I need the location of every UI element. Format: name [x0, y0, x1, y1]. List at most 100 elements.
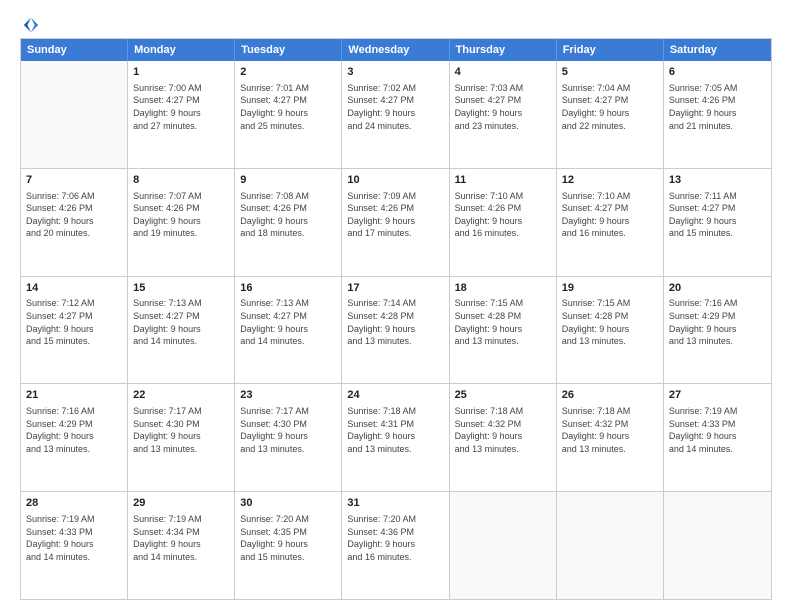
day-info: Sunrise: 7:08 AM Sunset: 4:26 PM Dayligh… — [240, 190, 336, 240]
calendar-cell: 2 Sunrise: 7:01 AM Sunset: 4:27 PM Daylig… — [235, 61, 342, 168]
calendar-cell: 18Sunrise: 7:15 AM Sunset: 4:28 PM Dayli… — [450, 277, 557, 384]
day-info: Sunrise: 7:07 AM Sunset: 4:26 PM Dayligh… — [133, 190, 229, 240]
calendar-cell: 16Sunrise: 7:13 AM Sunset: 4:27 PM Dayli… — [235, 277, 342, 384]
header-day-friday: Friday — [557, 39, 664, 61]
day-number: 25 — [455, 388, 551, 403]
page: SundayMondayTuesdayWednesdayThursdayFrid… — [0, 0, 792, 612]
day-number: 10 — [347, 173, 443, 188]
calendar-cell: 1 Sunrise: 7:00 AM Sunset: 4:27 PM Daylig… — [128, 61, 235, 168]
day-number: 17 — [347, 281, 443, 296]
day-number: 23 — [240, 388, 336, 403]
calendar-cell: 21Sunrise: 7:16 AM Sunset: 4:29 PM Dayli… — [21, 384, 128, 491]
day-number: 31 — [347, 496, 443, 511]
day-info: Sunrise: 7:17 AM Sunset: 4:30 PM Dayligh… — [133, 405, 229, 455]
calendar-cell: 22Sunrise: 7:17 AM Sunset: 4:30 PM Dayli… — [128, 384, 235, 491]
logo-icon — [22, 16, 40, 34]
day-info: Sunrise: 7:18 AM Sunset: 4:32 PM Dayligh… — [562, 405, 658, 455]
calendar-row-5: 28 Sunrise: 7:19 AM Sunset: 4:33 PM Dayli… — [21, 491, 771, 599]
calendar-body: 1 Sunrise: 7:00 AM Sunset: 4:27 PM Daylig… — [21, 61, 771, 599]
day-info: Sunrise: 7:14 AM Sunset: 4:28 PM Dayligh… — [347, 297, 443, 347]
calendar-cell — [21, 61, 128, 168]
day-number: 12 — [562, 173, 658, 188]
day-info: Sunrise: 7:15 AM Sunset: 4:28 PM Dayligh… — [455, 297, 551, 347]
day-number: 2 — [240, 65, 336, 80]
calendar-cell: 15Sunrise: 7:13 AM Sunset: 4:27 PM Dayli… — [128, 277, 235, 384]
calendar-cell: 31Sunrise: 7:20 AM Sunset: 4:36 PM Dayli… — [342, 492, 449, 599]
day-info: Sunrise: 7:20 AM Sunset: 4:35 PM Dayligh… — [240, 513, 336, 563]
calendar-cell: 28 Sunrise: 7:19 AM Sunset: 4:33 PM Dayli… — [21, 492, 128, 599]
day-number: 26 — [562, 388, 658, 403]
day-info: Sunrise: 7:13 AM Sunset: 4:27 PM Dayligh… — [240, 297, 336, 347]
day-info: Sunrise: 7:16 AM Sunset: 4:29 PM Dayligh… — [669, 297, 766, 347]
calendar-cell: 3 Sunrise: 7:02 AM Sunset: 4:27 PM Daylig… — [342, 61, 449, 168]
day-info: Sunrise: 7:06 AM Sunset: 4:26 PM Dayligh… — [26, 190, 122, 240]
day-number: 8 — [133, 173, 229, 188]
day-number: 7 — [26, 173, 122, 188]
day-info: Sunrise: 7:02 AM Sunset: 4:27 PM Dayligh… — [347, 82, 443, 132]
calendar-cell: 13 Sunrise: 7:11 AM Sunset: 4:27 PM Dayli… — [664, 169, 771, 276]
day-number: 30 — [240, 496, 336, 511]
day-info: Sunrise: 7:19 AM Sunset: 4:33 PM Dayligh… — [669, 405, 766, 455]
day-info: Sunrise: 7:00 AM Sunset: 4:27 PM Dayligh… — [133, 82, 229, 132]
day-info: Sunrise: 7:01 AM Sunset: 4:27 PM Dayligh… — [240, 82, 336, 132]
calendar-row-3: 14Sunrise: 7:12 AM Sunset: 4:27 PM Dayli… — [21, 276, 771, 384]
day-number: 19 — [562, 281, 658, 296]
calendar-cell: 17Sunrise: 7:14 AM Sunset: 4:28 PM Dayli… — [342, 277, 449, 384]
calendar-cell — [664, 492, 771, 599]
calendar-cell: 8 Sunrise: 7:07 AM Sunset: 4:26 PM Daylig… — [128, 169, 235, 276]
logo-text — [20, 16, 40, 34]
calendar-cell: 12 Sunrise: 7:10 AM Sunset: 4:27 PM Dayli… — [557, 169, 664, 276]
calendar-cell: 25 Sunrise: 7:18 AM Sunset: 4:32 PM Dayli… — [450, 384, 557, 491]
header-day-wednesday: Wednesday — [342, 39, 449, 61]
header — [20, 16, 772, 30]
day-info: Sunrise: 7:10 AM Sunset: 4:27 PM Dayligh… — [562, 190, 658, 240]
day-number: 1 — [133, 65, 229, 80]
day-number: 28 — [26, 496, 122, 511]
calendar-cell: 6 Sunrise: 7:05 AM Sunset: 4:26 PM Daylig… — [664, 61, 771, 168]
day-number: 20 — [669, 281, 766, 296]
header-day-thursday: Thursday — [450, 39, 557, 61]
day-number: 3 — [347, 65, 443, 80]
day-info: Sunrise: 7:11 AM Sunset: 4:27 PM Dayligh… — [669, 190, 766, 240]
day-info: Sunrise: 7:19 AM Sunset: 4:33 PM Dayligh… — [26, 513, 122, 563]
calendar-cell: 29Sunrise: 7:19 AM Sunset: 4:34 PM Dayli… — [128, 492, 235, 599]
day-info: Sunrise: 7:18 AM Sunset: 4:31 PM Dayligh… — [347, 405, 443, 455]
day-number: 14 — [26, 281, 122, 296]
day-info: Sunrise: 7:18 AM Sunset: 4:32 PM Dayligh… — [455, 405, 551, 455]
calendar-cell — [450, 492, 557, 599]
day-number: 5 — [562, 65, 658, 80]
calendar-cell: 9Sunrise: 7:08 AM Sunset: 4:26 PM Daylig… — [235, 169, 342, 276]
day-number: 4 — [455, 65, 551, 80]
calendar-cell: 26 Sunrise: 7:18 AM Sunset: 4:32 PM Dayli… — [557, 384, 664, 491]
calendar-cell: 11 Sunrise: 7:10 AM Sunset: 4:26 PM Dayli… — [450, 169, 557, 276]
day-info: Sunrise: 7:15 AM Sunset: 4:28 PM Dayligh… — [562, 297, 658, 347]
calendar-row-4: 21Sunrise: 7:16 AM Sunset: 4:29 PM Dayli… — [21, 383, 771, 491]
calendar-row-2: 7 Sunrise: 7:06 AM Sunset: 4:26 PM Daylig… — [21, 168, 771, 276]
calendar-cell: 14Sunrise: 7:12 AM Sunset: 4:27 PM Dayli… — [21, 277, 128, 384]
day-info: Sunrise: 7:09 AM Sunset: 4:26 PM Dayligh… — [347, 190, 443, 240]
calendar-cell: 27 Sunrise: 7:19 AM Sunset: 4:33 PM Dayli… — [664, 384, 771, 491]
header-day-sunday: Sunday — [21, 39, 128, 61]
calendar-cell: 30 Sunrise: 7:20 AM Sunset: 4:35 PM Dayli… — [235, 492, 342, 599]
calendar-cell: 20Sunrise: 7:16 AM Sunset: 4:29 PM Dayli… — [664, 277, 771, 384]
day-number: 27 — [669, 388, 766, 403]
calendar-cell: 5Sunrise: 7:04 AM Sunset: 4:27 PM Daylig… — [557, 61, 664, 168]
header-day-monday: Monday — [128, 39, 235, 61]
day-info: Sunrise: 7:13 AM Sunset: 4:27 PM Dayligh… — [133, 297, 229, 347]
day-number: 6 — [669, 65, 766, 80]
day-number: 29 — [133, 496, 229, 511]
day-number: 11 — [455, 173, 551, 188]
day-info: Sunrise: 7:05 AM Sunset: 4:26 PM Dayligh… — [669, 82, 766, 132]
day-info: Sunrise: 7:10 AM Sunset: 4:26 PM Dayligh… — [455, 190, 551, 240]
calendar-row-1: 1 Sunrise: 7:00 AM Sunset: 4:27 PM Daylig… — [21, 61, 771, 168]
calendar-cell: 7 Sunrise: 7:06 AM Sunset: 4:26 PM Daylig… — [21, 169, 128, 276]
calendar-cell: 24 Sunrise: 7:18 AM Sunset: 4:31 PM Dayli… — [342, 384, 449, 491]
calendar-cell: 4Sunrise: 7:03 AM Sunset: 4:27 PM Daylig… — [450, 61, 557, 168]
header-day-tuesday: Tuesday — [235, 39, 342, 61]
day-number: 24 — [347, 388, 443, 403]
day-number: 13 — [669, 173, 766, 188]
day-number: 21 — [26, 388, 122, 403]
calendar: SundayMondayTuesdayWednesdayThursdayFrid… — [20, 38, 772, 600]
day-number: 15 — [133, 281, 229, 296]
calendar-cell: 10 Sunrise: 7:09 AM Sunset: 4:26 PM Dayli… — [342, 169, 449, 276]
